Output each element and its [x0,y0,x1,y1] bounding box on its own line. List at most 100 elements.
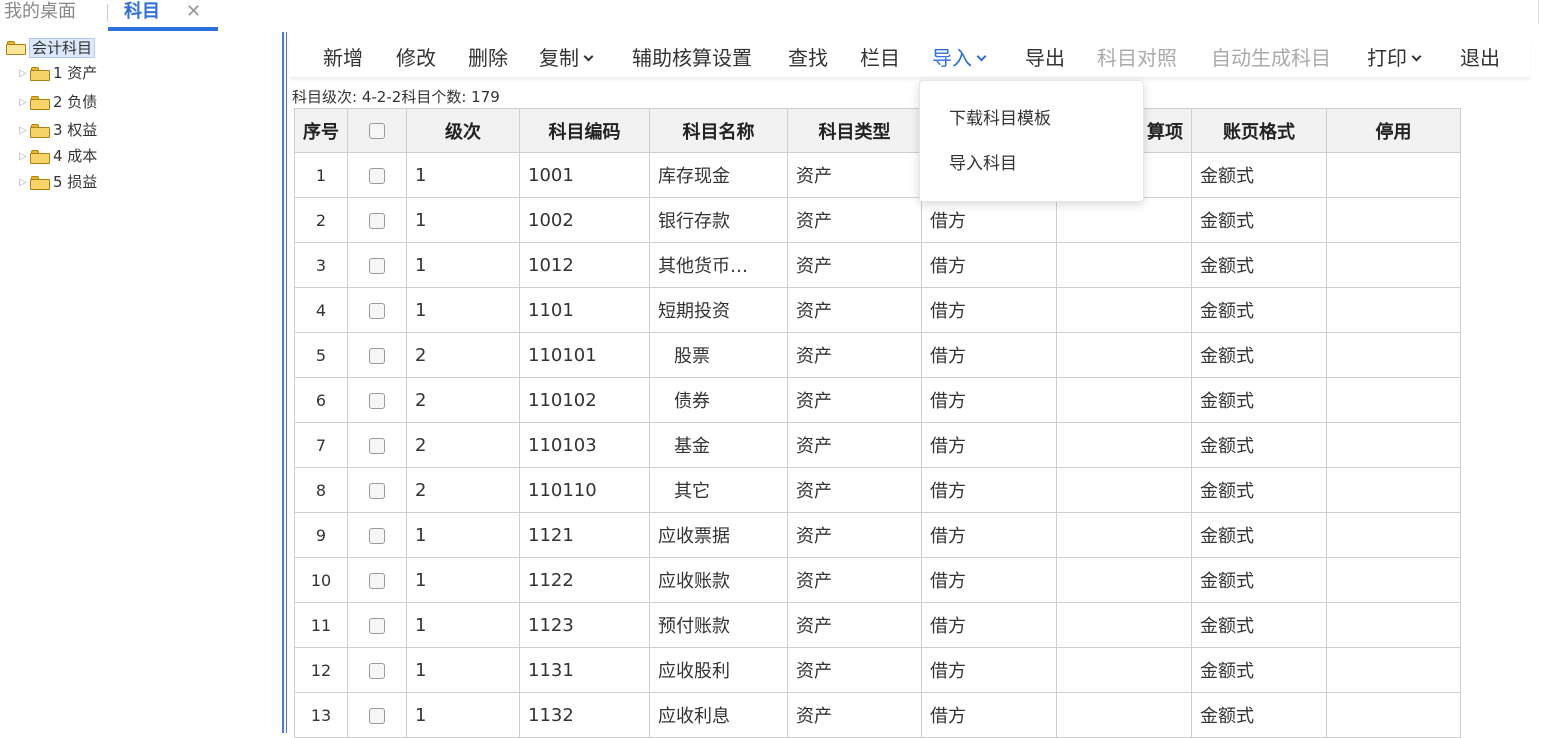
expand-arrow-icon[interactable]: ▷ [16,63,30,85]
row-checkbox[interactable] [347,332,407,378]
cell-name: 应收票据 [649,512,788,558]
tab-subjects[interactable]: 科目 ✕ [108,0,218,31]
cell-aux [1056,602,1192,648]
col-header-seq: 序号 [294,108,348,153]
add-button[interactable]: 新增 [323,40,363,76]
table-row[interactable]: 10 1 1122 应收账款 资产 借方 金额式 [294,557,1461,603]
exit-button[interactable]: 退出 [1460,40,1500,76]
expand-arrow-icon[interactable]: ▷ [16,146,30,168]
row-checkbox[interactable] [347,287,407,333]
columns-button[interactable]: 栏目 [860,40,900,76]
tree-item-assets[interactable]: ▷ 1 资产 [16,62,97,84]
chevron-down-icon [1411,51,1422,62]
row-checkbox[interactable] [347,557,407,603]
cell-disabled [1326,242,1461,288]
cell-name: 预付账款 [649,602,788,648]
row-checkbox[interactable] [347,422,407,468]
cell-format: 金额式 [1191,197,1327,243]
table-row[interactable]: 13 1 1132 应收利息 资产 借方 金额式 [294,692,1461,738]
tree-item-cost[interactable]: ▷ 4 成本 [16,145,97,167]
pane-splitter[interactable] [282,32,287,733]
cell-name-text: 债券 [674,391,710,412]
download-template-menu-item[interactable]: 下载科目模板 [949,104,1051,134]
col-header-type[interactable]: 科目类型 [787,108,922,153]
row-checkbox[interactable] [347,692,407,738]
col-header-level[interactable]: 级次 [406,108,520,153]
expand-arrow-icon[interactable]: ▷ [16,92,30,114]
cell-type: 资产 [787,467,922,513]
col-header-format[interactable]: 账页格式 [1191,108,1327,153]
cell-level: 1 [406,152,520,198]
table-row[interactable]: 5 2 110101 股票 资产 借方 金额式 [294,332,1461,378]
cell-seq: 9 [294,512,348,558]
row-checkbox[interactable] [347,242,407,288]
select-all-checkbox[interactable] [347,108,407,153]
cell-level: 2 [406,467,520,513]
table-row[interactable]: 4 1 1101 短期投资 资产 借方 金额式 [294,287,1461,333]
row-checkbox[interactable] [347,467,407,513]
print-button[interactable]: 打印 [1367,40,1422,76]
tab-desktop[interactable]: 我的桌面 [4,0,76,31]
checkbox-icon [369,257,385,274]
tree-item-profit-loss[interactable]: ▷ 5 损益 [16,171,97,193]
cell-name: 其它 [649,467,788,513]
find-button[interactable]: 查找 [788,40,828,76]
level-value: 4-2-2 [361,88,402,106]
table-row[interactable]: 1 1 1001 库存现金 资产 金额式 [294,152,1461,198]
aux-settings-button[interactable]: 辅助核算设置 [632,40,752,76]
col-header-name[interactable]: 科目名称 [649,108,788,153]
row-checkbox[interactable] [347,197,407,243]
auto-generate-button[interactable]: 自动生成科目 [1211,40,1331,76]
import-button[interactable]: 导入 [932,40,987,76]
cell-code: 110103 [519,422,650,468]
cell-aux [1056,647,1192,693]
export-button[interactable]: 导出 [1025,40,1065,76]
mapping-button[interactable]: 科目对照 [1097,40,1177,76]
table-row[interactable]: 3 1 1012 其他货币… 资产 借方 金额式 [294,242,1461,288]
cell-seq: 13 [294,692,348,738]
tab-bar-divider [1538,0,1539,24]
expand-arrow-icon[interactable]: ▷ [16,120,30,142]
table-row[interactable]: 11 1 1123 预付账款 资产 借方 金额式 [294,602,1461,648]
row-checkbox[interactable] [347,602,407,648]
cell-format: 金额式 [1191,467,1327,513]
cell-code: 1132 [519,692,650,738]
tree-item-liabilities[interactable]: ▷ 2 负债 [16,91,97,113]
subject-tree: 会计科目 ▷ 1 资产 ▷ 2 负债 ▷ 3 权益 ▷ 4 成本 ▷ 5 损益 [0,36,280,733]
edit-button[interactable]: 修改 [396,40,436,76]
cell-direction: 借方 [921,197,1057,243]
cell-format: 金额式 [1191,377,1327,423]
close-icon[interactable]: ✕ [186,0,201,24]
table-row[interactable]: 9 1 1121 应收票据 资产 借方 金额式 [294,512,1461,558]
table-row[interactable]: 8 2 110110 其它 资产 借方 金额式 [294,467,1461,513]
import-subjects-menu-item[interactable]: 导入科目 [949,149,1017,179]
checkbox-icon [369,617,385,634]
cell-type: 资产 [787,242,922,288]
cell-level: 1 [406,557,520,603]
delete-button[interactable]: 删除 [468,40,508,76]
table-row[interactable]: 2 1 1002 银行存款 资产 借方 金额式 [294,197,1461,243]
checkbox-icon [369,347,385,364]
cell-code: 1012 [519,242,650,288]
cell-type: 资产 [787,557,922,603]
cell-aux [1056,287,1192,333]
row-checkbox[interactable] [347,512,407,558]
table-row[interactable]: 6 2 110102 债券 资产 借方 金额式 [294,377,1461,423]
table-row[interactable]: 7 2 110103 基金 资产 借方 金额式 [294,422,1461,468]
tree-item-equity[interactable]: ▷ 3 权益 [16,119,97,141]
row-checkbox[interactable] [347,647,407,693]
col-header-disabled[interactable]: 停用 [1326,108,1461,153]
copy-button[interactable]: 复制 [539,40,594,76]
row-checkbox[interactable] [347,152,407,198]
cell-type: 资产 [787,332,922,378]
table-row[interactable]: 12 1 1131 应收股利 资产 借方 金额式 [294,647,1461,693]
cell-seq: 5 [294,332,348,378]
cell-name: 应收账款 [649,557,788,603]
level-label: 科目级次: [292,88,358,106]
col-header-code[interactable]: 科目编码 [519,108,650,153]
folder-icon [30,123,50,138]
expand-arrow-icon[interactable]: ▷ [16,172,30,194]
tree-root[interactable]: 会计科目 [6,36,96,58]
cell-type: 资产 [787,152,922,198]
row-checkbox[interactable] [347,377,407,423]
